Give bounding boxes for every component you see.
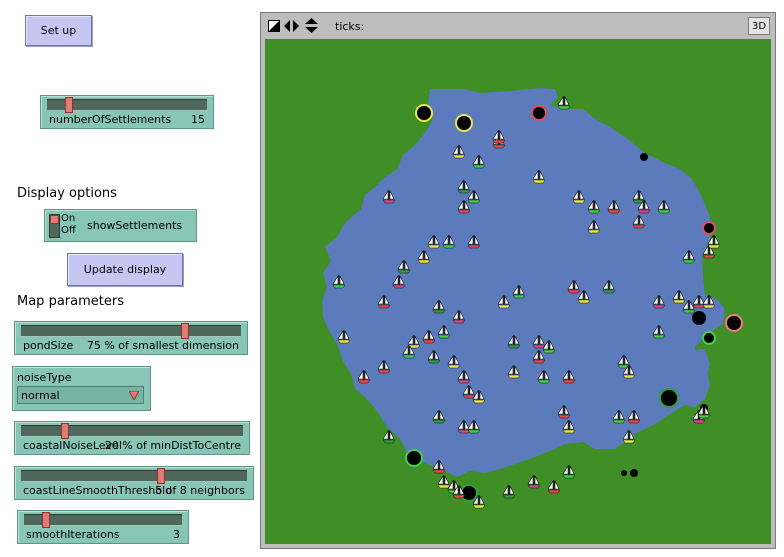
show-settlements-switch[interactable]: On Off showSettlements bbox=[44, 209, 197, 242]
3d-button[interactable]: 3D bbox=[748, 17, 770, 35]
slider-track[interactable] bbox=[47, 97, 207, 113]
slider-value: 20 % of minDistToCentre bbox=[104, 439, 241, 452]
slider-label: pondSize bbox=[23, 339, 74, 352]
slider-label: numberOfSettlements bbox=[49, 113, 172, 126]
switch-off-label: Off bbox=[61, 225, 76, 236]
slider-thumb[interactable] bbox=[65, 97, 73, 113]
settlement-icon bbox=[640, 153, 648, 161]
settlement-icon bbox=[692, 311, 706, 325]
slider-thumb[interactable] bbox=[42, 512, 50, 528]
slider-thumb[interactable] bbox=[181, 323, 189, 339]
smooth-iterations-slider[interactable]: smoothIterations 3 bbox=[17, 510, 189, 544]
arrows-vertical-icon[interactable] bbox=[305, 18, 318, 33]
world-canvas[interactable] bbox=[265, 39, 771, 544]
setup-button[interactable]: Set up bbox=[25, 15, 92, 46]
slider-track[interactable] bbox=[21, 468, 247, 484]
map-parameters-heading: Map parameters bbox=[17, 294, 124, 309]
slider-thumb[interactable] bbox=[157, 468, 165, 484]
world-map bbox=[265, 39, 771, 544]
switch-knob[interactable] bbox=[50, 215, 59, 224]
noise-type-chooser[interactable]: noiseType normal bbox=[12, 366, 151, 411]
display-options-heading: Display options bbox=[17, 186, 117, 201]
pond-size-slider[interactable]: pondSize 75 % of smallest dimension bbox=[14, 321, 248, 355]
coastal-noise-level-slider[interactable]: coastalNoiseLevel 20 % of minDistToCentr… bbox=[14, 421, 250, 455]
settlement-icon bbox=[531, 105, 547, 121]
slider-track[interactable] bbox=[21, 423, 243, 439]
slider-label: coastLineSmoothThreshold bbox=[23, 484, 173, 497]
slider-thumb[interactable] bbox=[61, 423, 69, 439]
slider-value: 5 of 8 neighbors bbox=[155, 484, 245, 497]
ticks-label: ticks: bbox=[335, 20, 365, 33]
switch-track[interactable] bbox=[49, 214, 60, 238]
chooser-select[interactable]: normal bbox=[17, 386, 144, 404]
settings-sail-icon[interactable] bbox=[268, 20, 280, 32]
slider-value: 15 bbox=[191, 113, 205, 126]
chooser-value: normal bbox=[21, 389, 60, 402]
slider-track[interactable] bbox=[21, 323, 241, 339]
slider-label: smoothIterations bbox=[26, 528, 120, 541]
number-of-settlements-slider[interactable]: numberOfSettlements 15 bbox=[40, 95, 214, 129]
slider-value: 75 % of smallest dimension bbox=[86, 339, 239, 352]
switch-on-label: On bbox=[61, 213, 76, 224]
settlement-icon bbox=[455, 114, 473, 132]
view-toolbar: ticks: 3D bbox=[261, 13, 775, 39]
settlement-icon bbox=[725, 314, 743, 332]
settlement-icon bbox=[702, 331, 716, 345]
dropdown-arrow-icon[interactable] bbox=[129, 391, 139, 400]
world-view: ticks: 3D bbox=[260, 12, 776, 549]
slider-value: 3 bbox=[173, 528, 180, 541]
slider-track[interactable] bbox=[24, 512, 182, 528]
arrows-horizontal-icon[interactable] bbox=[284, 20, 299, 32]
coast-line-smooth-threshold-slider[interactable]: coastLineSmoothThreshold 5 of 8 neighbor… bbox=[14, 466, 254, 500]
settlement-icon bbox=[405, 449, 423, 467]
chooser-label: noiseType bbox=[17, 371, 72, 384]
update-display-button[interactable]: Update display bbox=[67, 253, 183, 286]
settlement-icon bbox=[630, 469, 638, 477]
settlement-icon bbox=[659, 388, 679, 408]
settlement-icon bbox=[415, 104, 433, 122]
settlement-icon bbox=[621, 470, 627, 476]
switch-label: showSettlements bbox=[87, 219, 183, 232]
settlement-icon bbox=[702, 221, 716, 235]
